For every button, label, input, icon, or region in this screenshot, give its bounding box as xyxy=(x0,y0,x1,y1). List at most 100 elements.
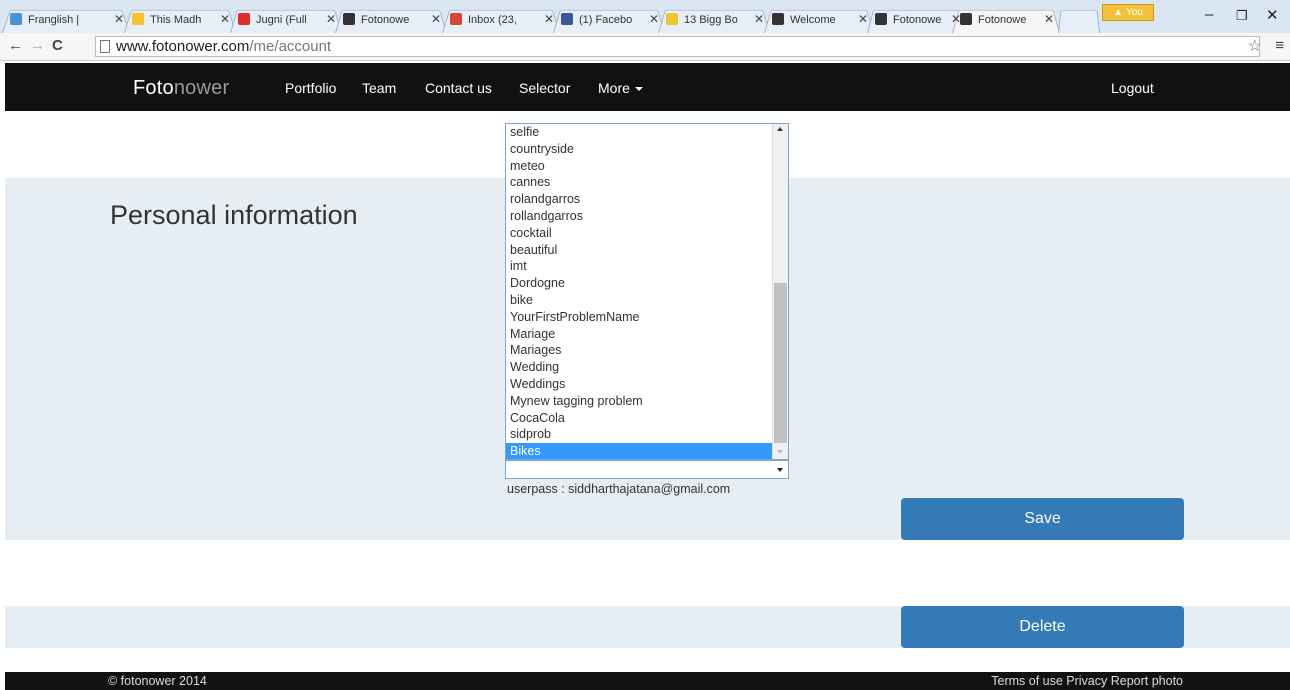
facebook-icon xyxy=(561,13,573,25)
dropdown-arrow-icon[interactable] xyxy=(777,468,783,472)
browser-tab-strip: Franglish | ✕ This Madh ✕ Jugni (Full ✕ Fotono… xyxy=(0,0,1290,33)
tab-title: Fotonowe xyxy=(893,13,942,26)
sticky-note-icon xyxy=(132,13,144,25)
tag-option[interactable]: Mynew tagging problem xyxy=(506,393,773,410)
nav-contact-us[interactable]: Contact us xyxy=(425,80,492,96)
nav-selector[interactable]: Selector xyxy=(519,80,570,96)
close-tab-icon[interactable]: ✕ xyxy=(754,12,764,26)
save-button[interactable]: Save xyxy=(901,498,1184,540)
tag-option[interactable]: selfie xyxy=(506,124,773,141)
close-tab-icon[interactable]: ✕ xyxy=(544,12,554,26)
scrollbar-thumb[interactable] xyxy=(774,283,787,443)
tag-option[interactable]: Weddings xyxy=(506,376,773,393)
tag-option[interactable]: Mariage xyxy=(506,326,773,343)
tag-option[interactable]: YourFirstProblemName xyxy=(506,309,773,326)
close-tab-icon[interactable]: ✕ xyxy=(431,12,441,26)
tag-option[interactable]: cocktail xyxy=(506,225,773,242)
scroll-down-arrow-icon[interactable] xyxy=(777,450,783,454)
close-tab-icon[interactable]: ✕ xyxy=(649,12,659,26)
nav-more-label: More xyxy=(598,80,630,96)
userpass-text: userpass : siddharthajatana@gmail.com xyxy=(507,482,731,496)
tag-listbox[interactable]: selfie countryside meteo cannes rolandgarros… xyxy=(505,123,789,460)
browser-tab[interactable]: Jugni (Full ✕ xyxy=(230,6,342,33)
nav-portfolio[interactable]: Portfolio xyxy=(285,80,336,96)
footer-links[interactable]: Terms of use Privacy Report photo xyxy=(991,674,1183,688)
tag-option[interactable]: Bikes xyxy=(506,443,773,459)
profile-label: You xyxy=(1126,7,1143,18)
tab-title: Inbox (23, xyxy=(468,13,517,26)
tag-select-combo[interactable] xyxy=(505,460,789,479)
scroll-up-arrow-icon[interactable] xyxy=(777,127,783,131)
caret-down-icon xyxy=(634,87,643,92)
browser-tab[interactable]: Fotonowe ✕ xyxy=(335,6,447,33)
address-bar[interactable]: www.fotonower.com/me/account xyxy=(95,36,1260,57)
browser-tab[interactable]: Welcome ✕ xyxy=(764,6,874,33)
close-tab-icon[interactable]: ✕ xyxy=(326,12,336,26)
tag-option[interactable]: bike xyxy=(506,292,773,309)
logout-link[interactable]: Logout xyxy=(1111,80,1154,96)
tag-option[interactable]: cannes xyxy=(506,174,773,191)
tab-title: Jugni (Full xyxy=(256,13,307,26)
new-tab-button[interactable] xyxy=(1058,6,1100,33)
bookmark-star-icon[interactable]: ☆ xyxy=(1248,36,1262,56)
tag-option[interactable]: countryside xyxy=(506,141,773,158)
copyright-text: © fotonower 2014 xyxy=(108,674,207,688)
delete-section: Delete xyxy=(5,606,1290,648)
tag-option[interactable]: Dordogne xyxy=(506,275,773,292)
tab-title: 13 Bigg Bo xyxy=(684,13,738,26)
tag-option[interactable]: Mariages xyxy=(506,342,773,359)
sticky-note-icon xyxy=(666,13,678,25)
fotonower-icon xyxy=(343,13,355,25)
tag-option[interactable]: rolandgarros xyxy=(506,191,773,208)
site-logo[interactable]: Fotonower xyxy=(133,77,229,100)
browser-tab[interactable]: Franglish | ✕ xyxy=(2,6,130,33)
url-path: /me/account xyxy=(249,38,332,55)
profile-button[interactable]: ▲ You xyxy=(1102,4,1154,21)
browser-tab[interactable]: 13 Bigg Bo ✕ xyxy=(658,6,770,33)
globe-icon xyxy=(10,13,22,25)
browser-menu-icon[interactable]: ≡ xyxy=(1275,37,1284,54)
tab-title: (1) Facebo xyxy=(579,13,633,26)
tag-option[interactable]: meteo xyxy=(506,158,773,175)
reload-icon[interactable]: C xyxy=(52,37,63,54)
browser-tab[interactable]: (1) Facebo ✕ xyxy=(553,6,665,33)
close-tab-icon[interactable]: ✕ xyxy=(1044,12,1054,26)
tag-option[interactable]: imt xyxy=(506,258,773,275)
nav-team[interactable]: Team xyxy=(362,80,396,96)
tag-option[interactable]: beautiful xyxy=(506,242,773,259)
tag-option[interactable]: Wedding xyxy=(506,359,773,376)
close-window-icon[interactable]: ✕ xyxy=(1266,6,1279,24)
site-navbar: Fotonower Portfolio Team Contact us Sele… xyxy=(5,63,1290,111)
close-tab-icon[interactable]: ✕ xyxy=(114,12,124,26)
forward-arrow-icon[interactable]: → xyxy=(30,37,45,54)
close-tab-icon[interactable]: ✕ xyxy=(858,12,868,26)
fotonower-icon xyxy=(960,13,972,25)
fotonower-icon xyxy=(772,13,784,25)
restore-icon[interactable]: ❐ xyxy=(1236,8,1248,24)
tab-title: This Madh xyxy=(150,13,202,26)
tab-title: Welcome xyxy=(790,13,836,26)
back-arrow-icon[interactable]: ← xyxy=(8,37,23,54)
browser-tab[interactable]: Inbox (23, ✕ xyxy=(442,6,560,33)
page-icon xyxy=(100,40,110,53)
tab-title: Fotonowe xyxy=(361,13,410,26)
browser-toolbar: ← → C www.fotonower.com/me/account ☆ ≡ xyxy=(0,33,1290,61)
nav-more-dropdown[interactable]: More xyxy=(598,80,643,96)
page-title: Personal information xyxy=(110,200,358,230)
site-footer: © fotonower 2014 Terms of use Privacy Re… xyxy=(5,672,1290,690)
listbox-scrollbar[interactable] xyxy=(772,124,788,459)
close-tab-icon[interactable]: ✕ xyxy=(220,12,230,26)
tab-title: Fotonowe xyxy=(978,13,1027,26)
tag-option[interactable]: rollandgarros xyxy=(506,208,773,225)
delete-button[interactable]: Delete xyxy=(901,606,1184,648)
tab-title: Franglish | xyxy=(28,13,80,26)
browser-tab[interactable]: Fotonowe ✕ xyxy=(952,6,1060,33)
tag-option[interactable]: sidprob xyxy=(506,426,773,443)
gmail-icon xyxy=(450,13,462,25)
tag-list-items: selfie countryside meteo cannes rolandgarros… xyxy=(506,124,773,459)
minimize-icon[interactable]: – xyxy=(1205,6,1213,23)
profile-warning-icon: ▲ xyxy=(1113,7,1124,18)
fotonower-icon xyxy=(875,13,887,25)
tag-option[interactable]: CocaCola xyxy=(506,410,773,427)
browser-tab[interactable]: This Madh ✕ xyxy=(124,6,236,33)
